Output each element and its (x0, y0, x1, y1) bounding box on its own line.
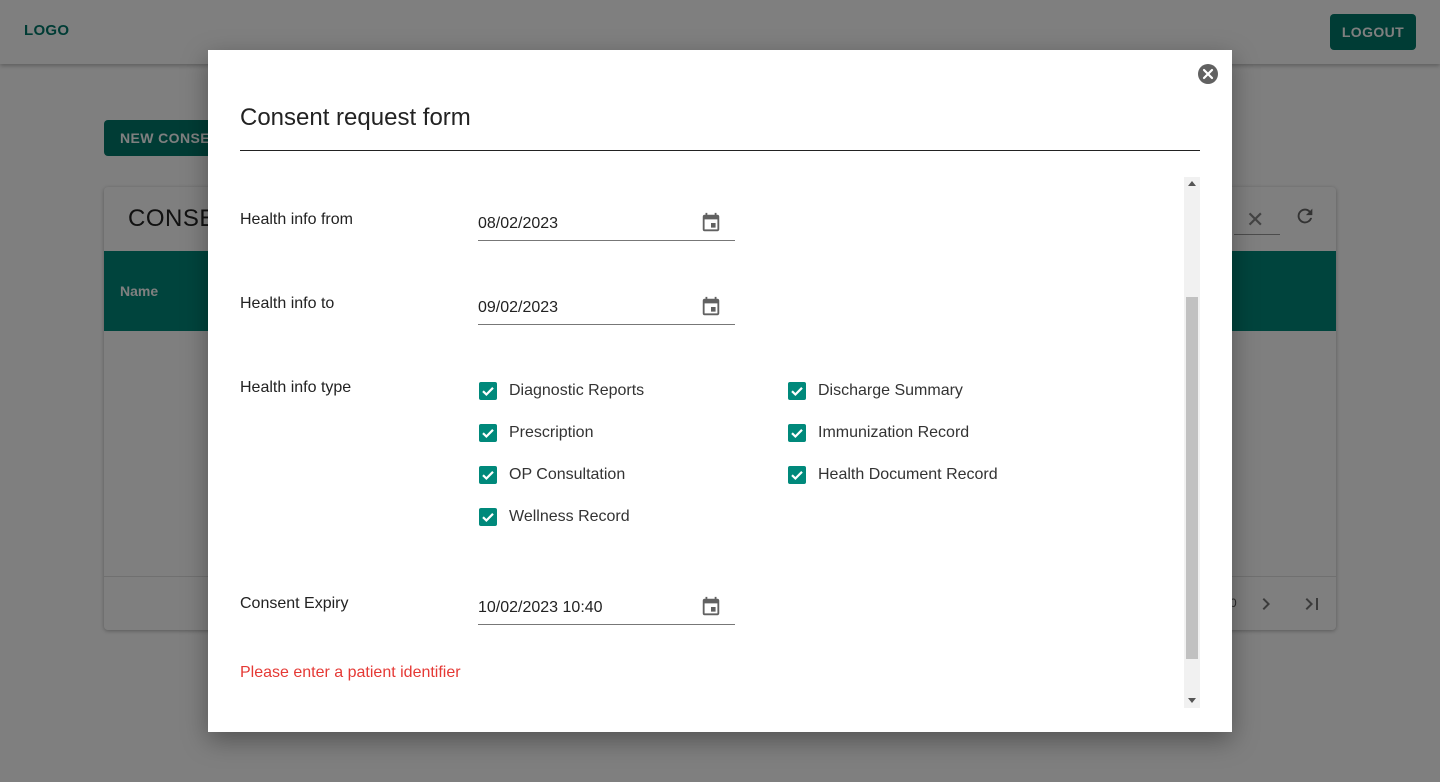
consent-expiry-label: Consent Expiry (240, 595, 349, 612)
checkbox-label: Immunization Record (818, 424, 970, 441)
checkbox-checked-icon[interactable] (479, 424, 497, 442)
checkbox-prescription[interactable]: Prescription (476, 421, 593, 445)
checkbox-label: Health Document Record (818, 466, 998, 483)
dialog-title: Consent request form (240, 104, 471, 131)
calendar-icon[interactable] (700, 296, 722, 318)
checkbox-immunization-record[interactable]: Immunization Record (785, 421, 969, 445)
checkbox-wellness-record[interactable]: Wellness Record (476, 505, 630, 529)
checkbox-label: Wellness Record (509, 508, 630, 525)
consent-expiry-value[interactable]: 10/02/2023 10:40 (478, 599, 603, 617)
checkbox-label: Diagnostic Reports (509, 382, 645, 399)
title-divider (240, 150, 1200, 151)
calendar-icon[interactable] (700, 596, 722, 618)
checkbox-checked-icon[interactable] (788, 424, 806, 442)
checkbox-checked-icon[interactable] (479, 382, 497, 400)
checkbox-checked-icon[interactable] (479, 508, 497, 526)
checkbox-op-consultation[interactable]: OP Consultation (476, 463, 625, 487)
health-info-type-label: Health info type (240, 379, 352, 396)
checkbox-checked-icon[interactable] (479, 466, 497, 484)
calendar-icon[interactable] (700, 212, 722, 234)
scrollbar-thumb[interactable] (1186, 297, 1198, 659)
checkbox-label: Discharge Summary (818, 382, 963, 399)
health-info-from-field[interactable]: 08/02/2023 (478, 211, 735, 241)
checkbox-diagnostic-reports[interactable]: Diagnostic Reports (476, 379, 644, 403)
checkbox-label: Prescription (509, 424, 594, 441)
close-icon[interactable] (1197, 63, 1219, 85)
consent-expiry-field[interactable]: 10/02/2023 10:40 (478, 595, 735, 625)
health-info-from-label: Health info from (240, 211, 353, 228)
dialog-scrollbar[interactable] (1184, 177, 1200, 708)
checkbox-label: OP Consultation (509, 466, 626, 483)
consent-request-dialog: Consent request form Health info from 08… (208, 50, 1232, 732)
health-info-to-label: Health info to (240, 295, 335, 312)
checkbox-discharge-summary[interactable]: Discharge Summary (785, 379, 963, 403)
checkbox-checked-icon[interactable] (788, 466, 806, 484)
checkbox-health-document-record[interactable]: Health Document Record (785, 463, 998, 487)
health-info-to-field[interactable]: 09/02/2023 (478, 295, 735, 325)
scroll-up-arrow-icon[interactable] (1188, 181, 1196, 186)
checkbox-checked-icon[interactable] (788, 382, 806, 400)
error-message: Please enter a patient identifier (240, 664, 461, 681)
scroll-down-arrow-icon[interactable] (1188, 698, 1196, 703)
health-info-from-value[interactable]: 08/02/2023 (478, 215, 558, 233)
health-info-to-value[interactable]: 09/02/2023 (478, 299, 558, 317)
